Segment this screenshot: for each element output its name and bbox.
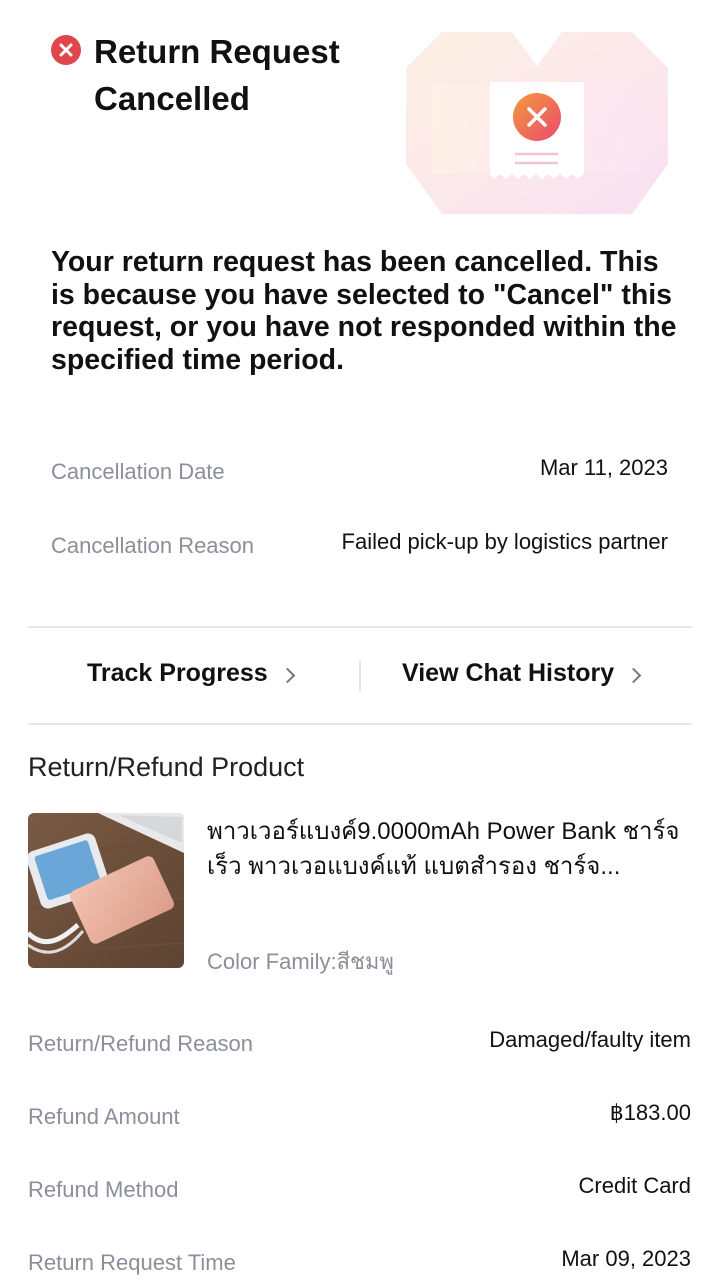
view-chat-history-link[interactable]: View Chat History	[402, 659, 642, 688]
track-progress-link[interactable]: Track Progress	[87, 659, 295, 688]
cancellation-message: Your return request has been cancelled. …	[51, 246, 677, 376]
detail-value: Mar 09, 2023	[561, 1246, 691, 1271]
cancellation-reason-value: Failed pick-up by logistics partner	[341, 529, 668, 554]
detail-value: Credit Card	[578, 1173, 691, 1198]
section-title: Return/Refund Product	[28, 752, 305, 782]
track-progress-label: Track Progress	[87, 659, 268, 687]
cancellation-reason-label: Cancellation Reason	[51, 533, 255, 558]
product-name[interactable]: พาวเวอร์แบงค์9.0000mAh Power Bank ชาร์จเ…	[207, 814, 687, 884]
divider	[28, 626, 692, 628]
detail-label: Refund Amount	[28, 1104, 180, 1129]
cancellation-date-value: Mar 11, 2023	[539, 455, 668, 480]
cancelled-status-icon	[51, 35, 81, 65]
cancellation-date-label: Cancellation Date	[51, 459, 225, 484]
action-separator	[359, 661, 361, 691]
divider	[28, 723, 692, 725]
product-thumbnail[interactable]	[28, 813, 184, 968]
page-title: Return Request Cancelled	[94, 33, 340, 117]
product-variant: Color Family:สีชมพู	[207, 949, 394, 974]
detail-label: Return/Refund Reason	[28, 1031, 254, 1056]
chevron-right-icon	[625, 667, 642, 684]
detail-label: Return Request Time	[28, 1250, 236, 1275]
detail-value: ฿183.00	[609, 1100, 691, 1125]
chevron-right-icon	[279, 667, 295, 684]
detail-value: Damaged/faulty item	[489, 1027, 691, 1052]
detail-label: Refund Method	[28, 1177, 179, 1202]
cancelled-receipt-illustration	[402, 24, 672, 220]
view-chat-history-label: View Chat History	[402, 659, 615, 687]
